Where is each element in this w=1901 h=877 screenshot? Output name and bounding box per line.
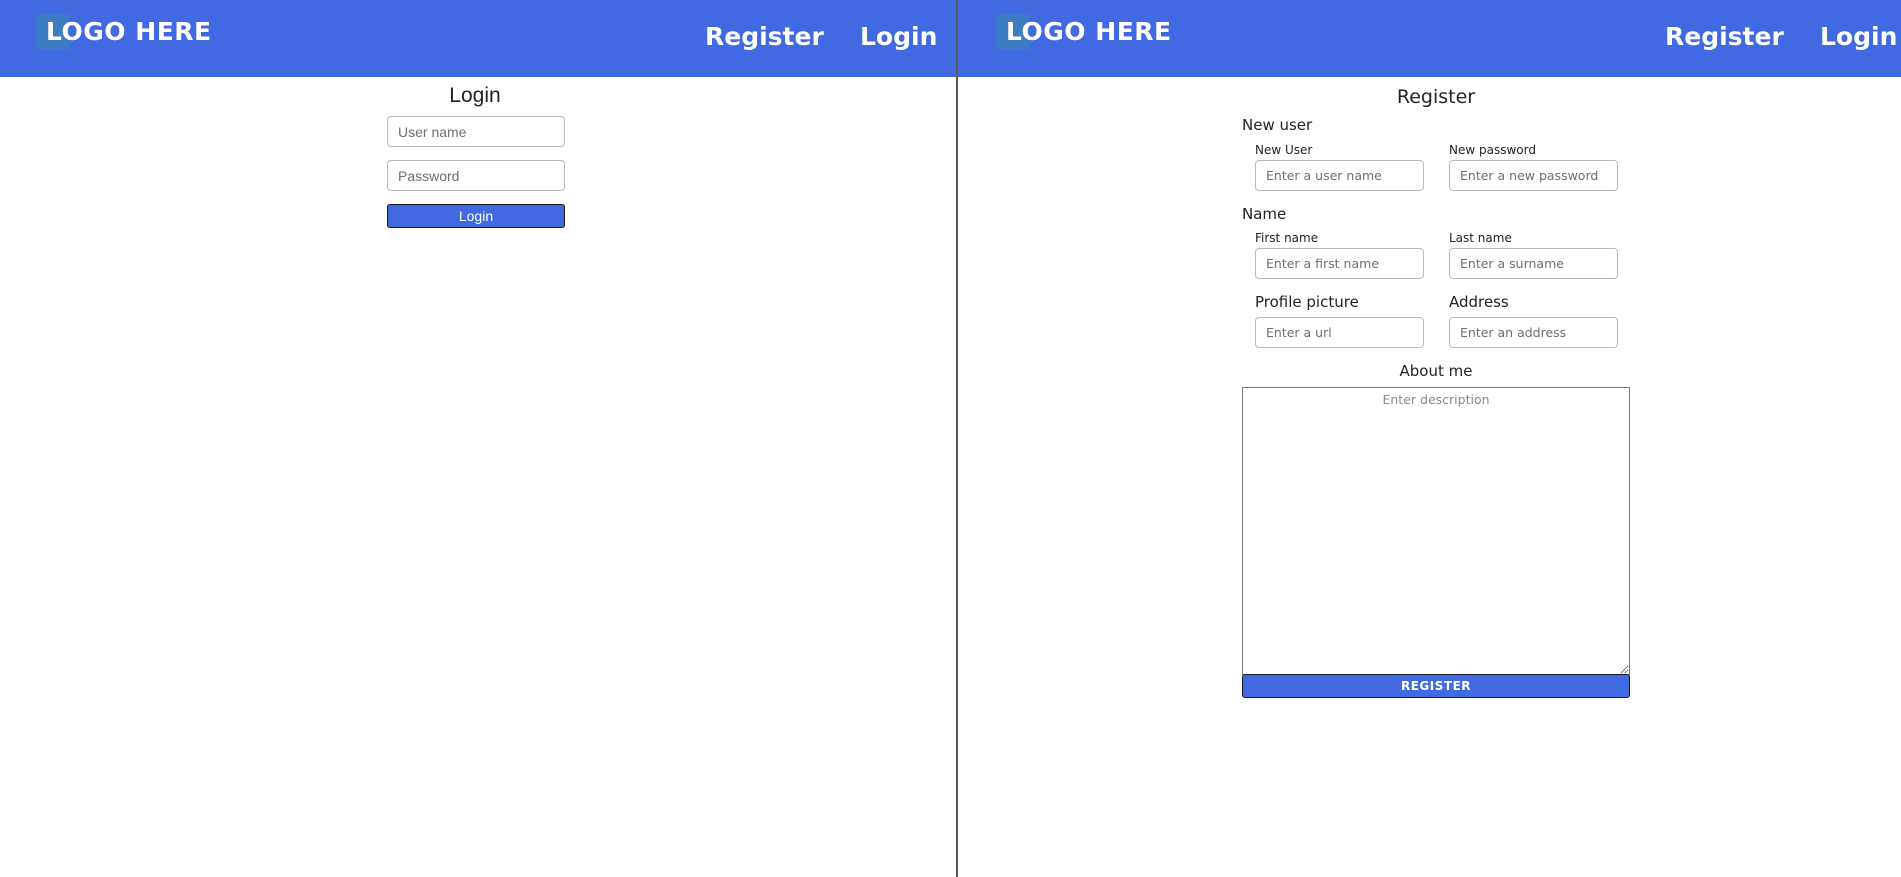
address-input[interactable] [1449,317,1618,348]
profile-picture-url-input[interactable] [1255,317,1424,348]
first-name-label: First name [1255,231,1319,245]
logo-text: LOGO HERE [46,17,212,46]
profile-picture-label: Profile picture [1255,293,1359,311]
new-user-label: New User [1255,143,1313,157]
new-username-input[interactable] [1255,160,1424,191]
page-title: Register [1396,86,1476,108]
login-window: LOGO HERE Register Login Login Login [0,0,956,877]
nav-register-link[interactable]: Register [705,22,824,51]
nav-register-link[interactable]: Register [1665,22,1784,51]
navbar: LOGO HERE Register Login [0,0,956,77]
new-password-label: New password [1449,143,1536,157]
address-label: Address [1449,293,1509,311]
logo[interactable]: LOGO HERE [36,14,216,50]
nav-login-link[interactable]: Login [1820,22,1897,51]
logo[interactable]: LOGO HERE [996,14,1176,50]
new-password-input[interactable] [1449,160,1618,191]
page-title: Login [449,84,501,107]
password-input[interactable] [387,160,565,191]
navbar: LOGO HERE Register Login [958,0,1901,77]
last-name-input[interactable] [1449,248,1618,279]
register-window: LOGO HERE Register Login Register New us… [958,0,1901,877]
nav-login-link[interactable]: Login [860,22,937,51]
about-me-textarea[interactable] [1242,387,1630,675]
about-me-label: About me [1399,362,1473,380]
register-button[interactable]: REGISTER [1242,674,1630,698]
first-name-input[interactable] [1255,248,1424,279]
login-button[interactable]: Login [387,204,565,228]
logo-text: LOGO HERE [1006,17,1172,46]
last-name-label: Last name [1449,231,1512,245]
new-user-section-label: New user [1242,116,1313,134]
name-section-label: Name [1242,205,1287,223]
username-input[interactable] [387,116,565,147]
